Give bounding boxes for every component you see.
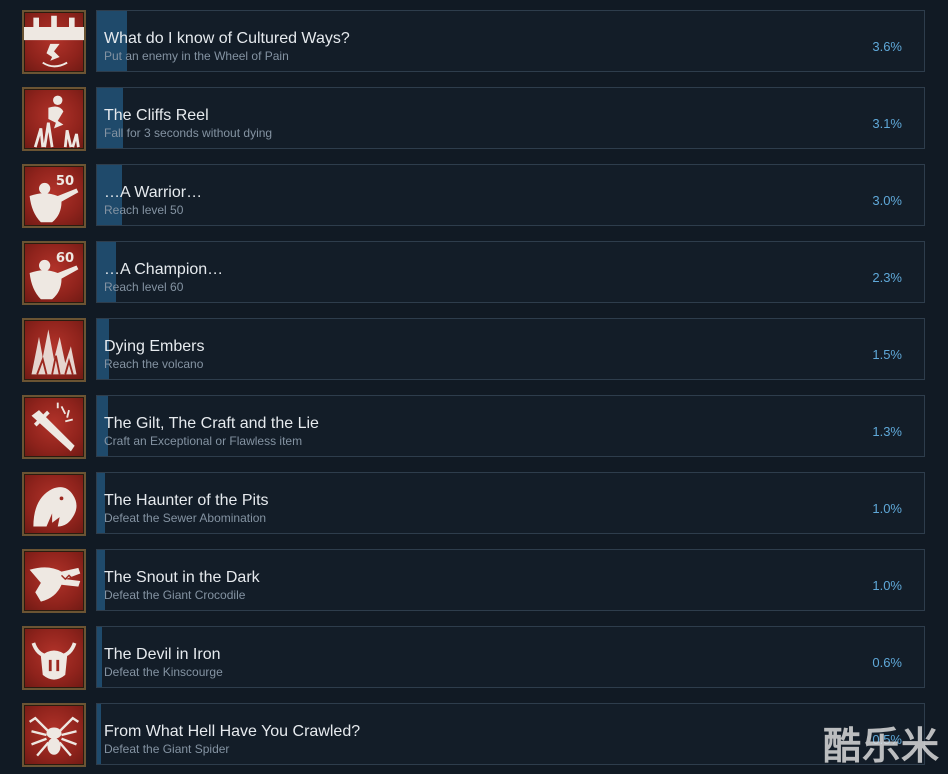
achievement-title: What do I know of Cultured Ways? [104,30,350,47]
achievement-card[interactable]: …A Champion… Reach level 60 2.3% [96,241,925,303]
spider-icon [22,703,86,767]
achievement-row[interactable]: The Devil in Iron Defeat the Kinscourge 0.… [0,626,948,703]
achievement-title: From What Hell Have You Crawled? [104,723,361,740]
sewer-abomination-icon [22,472,86,536]
achievement-description: Defeat the Giant Crocodile [104,588,246,602]
achievement-row[interactable]: 50 …A Warrior… Reach level 50 3.0% [0,164,948,241]
achievement-row[interactable]: The Haunter of the Pits Defeat the Sewer … [0,472,948,549]
wheel-of-pain-icon [22,10,86,74]
achievement-card[interactable]: What do I know of Cultured Ways? Put an e… [96,10,925,72]
achievement-title: The Haunter of the Pits [104,492,269,509]
warrior-level-50-icon: 50 [22,164,86,228]
crafted-sword-icon [22,395,86,459]
achievement-title: The Snout in the Dark [104,569,260,586]
achievement-card[interactable]: The Devil in Iron Defeat the Kinscourge 0.… [96,626,925,688]
achievement-description: Craft an Exceptional or Flawless item [104,434,303,448]
achievement-card[interactable]: The Haunter of the Pits Defeat the Sewer … [96,472,925,534]
achievement-list: What do I know of Cultured Ways? Put an e… [0,0,948,774]
achievement-row[interactable]: What do I know of Cultured Ways? Put an e… [0,10,948,87]
achievement-description: Defeat the Giant Spider [104,742,230,756]
unlock-percentage: 1.0% [872,578,902,593]
achievement-card[interactable]: The Snout in the Dark Defeat the Giant Cr… [96,549,925,611]
achievement-description: Reach level 50 [104,203,184,217]
achievement-description: Defeat the Sewer Abomination [104,511,267,525]
achievement-description: Reach level 60 [104,280,184,294]
achievement-title: …A Warrior… [104,184,203,201]
achievement-title: The Cliffs Reel [104,107,209,124]
unlock-percentage: 1.3% [872,424,902,439]
achievement-row[interactable]: Dying Embers Reach the volcano 1.5% [0,318,948,395]
achievement-card[interactable]: …A Warrior… Reach level 50 3.0% [96,164,925,226]
achievement-description: Defeat the Kinscourge [104,665,223,679]
achievement-row[interactable]: The Gilt, The Craft and the Lie Craft an … [0,395,948,472]
achievement-row[interactable]: 60 …A Champion… Reach level 60 2.3% [0,241,948,318]
svg-text:50: 50 [56,174,74,189]
unlock-percentage: 3.1% [872,116,902,131]
unlock-percentage: 3.0% [872,193,902,208]
falling-figure-icon [22,87,86,151]
achievement-title: The Devil in Iron [104,646,221,663]
achievement-card[interactable]: The Gilt, The Craft and the Lie Craft an … [96,395,925,457]
unlock-percentage: 0.6% [872,655,902,670]
horned-helmet-icon [22,626,86,690]
achievement-title: The Gilt, The Craft and the Lie [104,415,319,432]
achievement-title: …A Champion… [104,261,224,278]
achievement-card[interactable]: Dying Embers Reach the volcano 1.5% [96,318,925,380]
champion-level-60-icon: 60 [22,241,86,305]
achievement-description: Reach the volcano [104,357,204,371]
achievement-description: Fall for 3 seconds without dying [104,126,273,140]
achievement-description: Put an enemy in the Wheel of Pain [104,49,289,63]
achievement-title: Dying Embers [104,338,205,355]
unlock-progress-bar [97,627,102,687]
volcano-icon [22,318,86,382]
svg-text:60: 60 [56,251,74,266]
achievement-card[interactable]: From What Hell Have You Crawled? Defeat t… [96,703,925,765]
achievement-row[interactable]: The Cliffs Reel Fall for 3 seconds withou… [0,87,948,164]
unlock-percentage: 2.3% [872,270,902,285]
unlock-percentage: 0.5% [872,732,902,747]
achievement-row[interactable]: The Snout in the Dark Defeat the Giant Cr… [0,549,948,626]
unlock-percentage: 3.6% [872,39,902,54]
achievement-card[interactable]: The Cliffs Reel Fall for 3 seconds withou… [96,87,925,149]
achievement-row[interactable]: From What Hell Have You Crawled? Defeat t… [0,703,948,774]
crocodile-icon [22,549,86,613]
unlock-percentage: 1.5% [872,347,902,362]
unlock-percentage: 1.0% [872,501,902,516]
unlock-progress-bar [97,704,102,764]
